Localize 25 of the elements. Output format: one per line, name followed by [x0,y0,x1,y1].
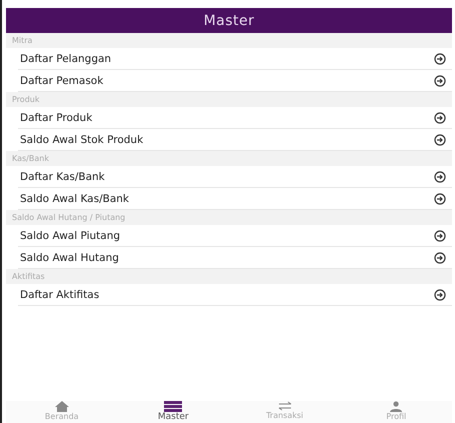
arrow-circle-icon [434,192,446,204]
menu-item[interactable]: Daftar Aktifitas [18,284,452,306]
header-title: Master [204,12,254,28]
tab[interactable]: Master [118,401,229,423]
section-title: Aktifitas [12,272,45,281]
menu-item[interactable]: Saldo Awal Piutang [18,225,452,247]
section-title: Saldo Awal Hutang / Piutang [12,213,126,222]
arrow-circle-icon [434,52,446,64]
arrow-circle-icon [434,112,446,124]
menu-icon [164,401,182,412]
arrow-circle-icon [434,74,446,86]
person-icon [390,401,402,412]
home-icon [54,401,69,412]
arrow-circle-icon [434,170,446,182]
arrow-circle-icon [434,252,446,264]
menu-item[interactable]: Daftar Produk [18,107,452,129]
section-title: Mitra [12,36,32,45]
section-title: Kas/Bank [12,154,49,163]
arrow-circle-icon [434,134,446,146]
swap-icon [276,401,293,411]
menu-item[interactable]: Daftar Pelanggan [18,48,452,70]
menu-item[interactable]: Daftar Kas/Bank [18,166,452,188]
arrow-circle-icon [434,288,446,300]
section-title: Produk [12,95,40,104]
arrow-circle-icon [434,230,446,242]
